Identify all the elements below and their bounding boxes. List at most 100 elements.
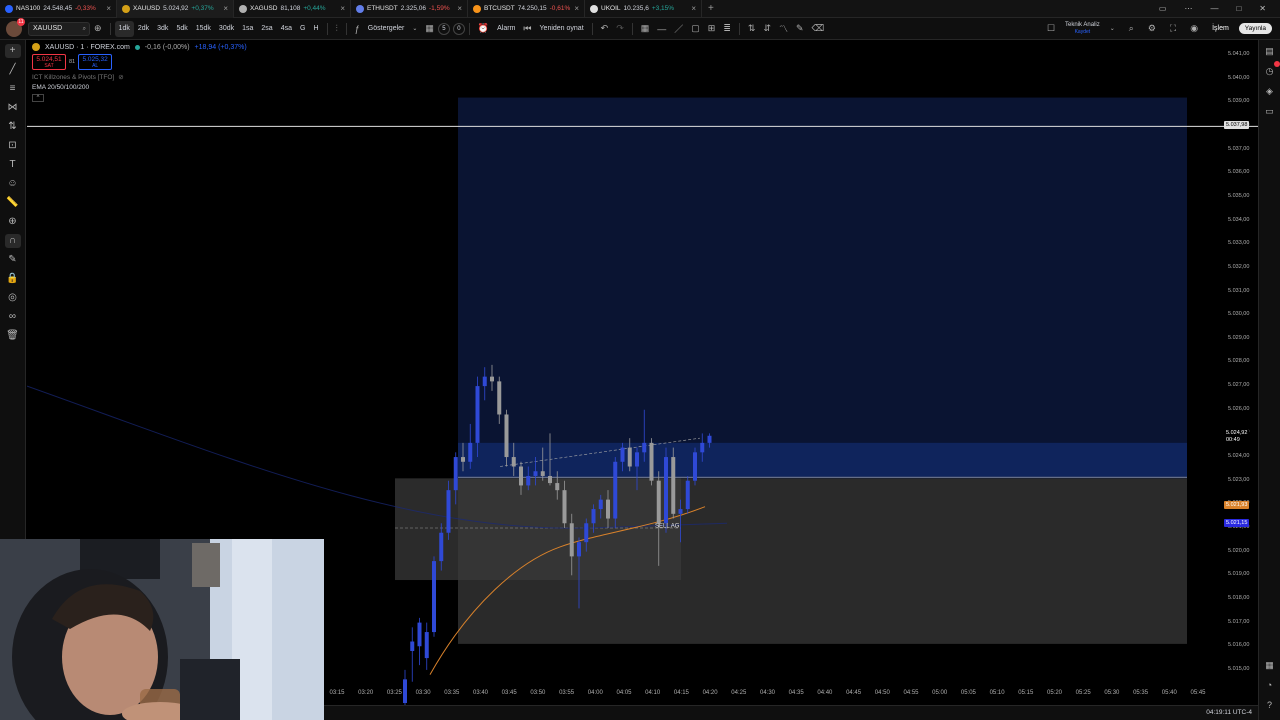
timeframe-button[interactable]: 2dk	[134, 21, 153, 37]
counter-badge-1[interactable]: 5	[437, 22, 450, 35]
timeframe-button[interactable]: 15dk	[192, 21, 215, 37]
quick-search-icon[interactable]: ⌕	[1125, 23, 1138, 34]
symbol-tab[interactable]: ETHUSDT 2.325,06 -1,59% ×	[351, 0, 468, 18]
templates-icon[interactable]: ▦	[421, 23, 438, 34]
fib-icon[interactable]: ≣	[719, 23, 735, 34]
trend-line-icon[interactable]: ／	[670, 22, 687, 35]
chevron-down-icon[interactable]: ⌄	[1106, 25, 1119, 32]
more-icon[interactable]: ⋯	[1184, 4, 1192, 13]
clock[interactable]: 04:19:11 UTC-4	[1206, 709, 1252, 716]
magnet-icon[interactable]: ∩	[4, 234, 21, 248]
long-position-icon[interactable]: ⇅	[744, 23, 760, 34]
indicator-ema[interactable]: EMA 20/50/100/200	[32, 84, 247, 91]
camera-icon[interactable]: ◉	[1186, 23, 1202, 34]
timeframe-button[interactable]: 3dk	[153, 21, 172, 37]
symbol-tab[interactable]: XAGUSD 81,108 +0,44% ×	[234, 0, 351, 18]
chat-icon[interactable]: ▭	[1263, 104, 1277, 118]
maximize-icon[interactable]: □	[1236, 4, 1241, 13]
settings-icon[interactable]: ⚙	[1144, 23, 1160, 34]
watchlist-icon[interactable]: ▤	[1263, 44, 1277, 58]
replay-button[interactable]: Yeniden oynat	[536, 21, 588, 37]
collapse-legend-icon[interactable]: ^	[32, 94, 44, 102]
prediction-icon[interactable]: ⇅	[5, 120, 21, 134]
grid-icon[interactable]: ▦	[637, 23, 654, 34]
close-window-icon[interactable]: ✕	[1259, 4, 1266, 13]
user-avatar[interactable]: 11	[6, 17, 25, 37]
redo-icon[interactable]: ↷	[612, 23, 628, 34]
candle-body	[664, 457, 668, 524]
layers-icon[interactable]: ◈	[1263, 84, 1277, 98]
layout-name[interactable]: Teknik Analiz Kaydet	[1065, 22, 1100, 36]
trade-button[interactable]: İşlem	[1208, 25, 1233, 32]
timeframe-button[interactable]: 5dk	[172, 21, 191, 37]
chevron-down-icon[interactable]: ⌄	[408, 25, 421, 32]
zoom-icon[interactable]: ⊕	[5, 215, 21, 229]
brush-icon[interactable]: ✎	[792, 23, 808, 34]
eraser-icon[interactable]: ⌫	[808, 23, 829, 34]
calendar-icon[interactable]: ▦	[1263, 658, 1277, 672]
help-icon[interactable]: ?	[1263, 698, 1277, 712]
alerts-icon[interactable]: ◷	[1263, 61, 1280, 78]
close-icon[interactable]: ×	[457, 4, 462, 13]
indicators-button[interactable]: Göstergeler	[364, 21, 409, 37]
close-icon[interactable]: ×	[574, 4, 579, 13]
symbol-search-input[interactable]: XAUUSD ⌕	[28, 21, 90, 36]
horizontal-line-icon[interactable]: —	[653, 24, 670, 34]
lock-icon[interactable]: 🔒	[5, 272, 21, 286]
link-icon[interactable]: ∞	[5, 310, 21, 324]
price-tick-label: 5.020,00	[1228, 547, 1250, 554]
brush-icon[interactable]: ✎	[5, 253, 21, 267]
rectangle-icon[interactable]: ▢	[687, 23, 704, 34]
publish-button[interactable]: Yayınla	[1238, 23, 1272, 34]
geometric-shapes-icon[interactable]: ⊡	[5, 139, 21, 153]
text-icon[interactable]: T	[5, 158, 21, 172]
undo-icon[interactable]: ↶	[597, 23, 613, 34]
layout-checkbox-icon[interactable]: ☐	[1043, 23, 1059, 34]
short-position-icon[interactable]: ⇵	[759, 23, 775, 34]
alarm-button[interactable]: Alarm	[493, 21, 519, 37]
symbol-tab[interactable]: UKOIL 10.235,6 +3,15% ×	[585, 0, 702, 18]
close-icon[interactable]: ×	[106, 4, 111, 13]
symbol-tab[interactable]: BTCUSDT 74.250,15 -0,61% ×	[468, 0, 585, 18]
close-icon[interactable]: ×	[223, 4, 228, 13]
close-icon[interactable]: ×	[340, 4, 345, 13]
buy-button[interactable]: 5.025,32 AL	[78, 54, 113, 70]
eye-icon[interactable]: ◎	[5, 291, 21, 305]
divider	[738, 22, 740, 35]
candle-body	[656, 480, 661, 524]
timeframe-button[interactable]: 2sa	[257, 21, 276, 37]
timeframe-button[interactable]: 4sa	[277, 21, 296, 37]
add-tab-icon[interactable]: +	[702, 3, 720, 14]
price-tick-label: 5.036,00	[1228, 169, 1250, 176]
candle-type-icon[interactable]: ⫶	[332, 23, 342, 34]
timeframe-button[interactable]: 1sa	[238, 21, 257, 37]
symbol-tab[interactable]: NAS100 24.548,45 -0,33% ×	[0, 0, 117, 18]
time-tick-label: 04:20	[702, 690, 718, 696]
ruler-icon[interactable]: 📏	[5, 196, 21, 210]
indicator-killzones[interactable]: ICT Killzones & Pivots [TFO] ⊘	[32, 73, 247, 82]
timeframe-button[interactable]: H	[309, 21, 322, 37]
pattern-icon[interactable]: 〽	[775, 22, 792, 35]
eye-off-icon[interactable]: ⊘	[118, 73, 123, 81]
pattern-icon[interactable]: ⋈	[5, 101, 21, 115]
layout-icon[interactable]: ⊞	[704, 23, 720, 34]
trash-icon[interactable]: 🗑	[5, 329, 21, 343]
notifications-icon[interactable]: ◔	[1263, 678, 1277, 692]
timeframe-button[interactable]: 30dk	[215, 21, 238, 37]
legend-title[interactable]: XAUUSD · 1 · FOREX.com	[45, 44, 130, 51]
cast-icon[interactable]: ▭	[1159, 4, 1167, 13]
fullscreen-icon[interactable]: ⛶	[1166, 23, 1180, 34]
timeframe-button[interactable]: 1dk	[114, 20, 134, 37]
add-symbol-icon[interactable]: ⊕	[90, 23, 106, 34]
minimize-icon[interactable]: —	[1210, 4, 1218, 13]
crosshair-icon[interactable]: +	[4, 44, 21, 58]
timeframe-button[interactable]: G	[296, 21, 309, 37]
sell-button[interactable]: 5.024,51 SAT	[32, 54, 66, 70]
fib-retracement-icon[interactable]: ≡	[5, 82, 21, 96]
symbol-tab[interactable]: XAUUSD 5.024,92 +0,37% ×	[117, 0, 234, 18]
trend-line-icon[interactable]: ╱	[5, 63, 21, 77]
close-icon[interactable]: ×	[691, 4, 696, 13]
layout-save[interactable]: Kaydet	[1075, 29, 1091, 36]
counter-badge-2[interactable]: 0	[452, 22, 465, 35]
icon-tool-icon[interactable]: ☺	[5, 177, 21, 191]
